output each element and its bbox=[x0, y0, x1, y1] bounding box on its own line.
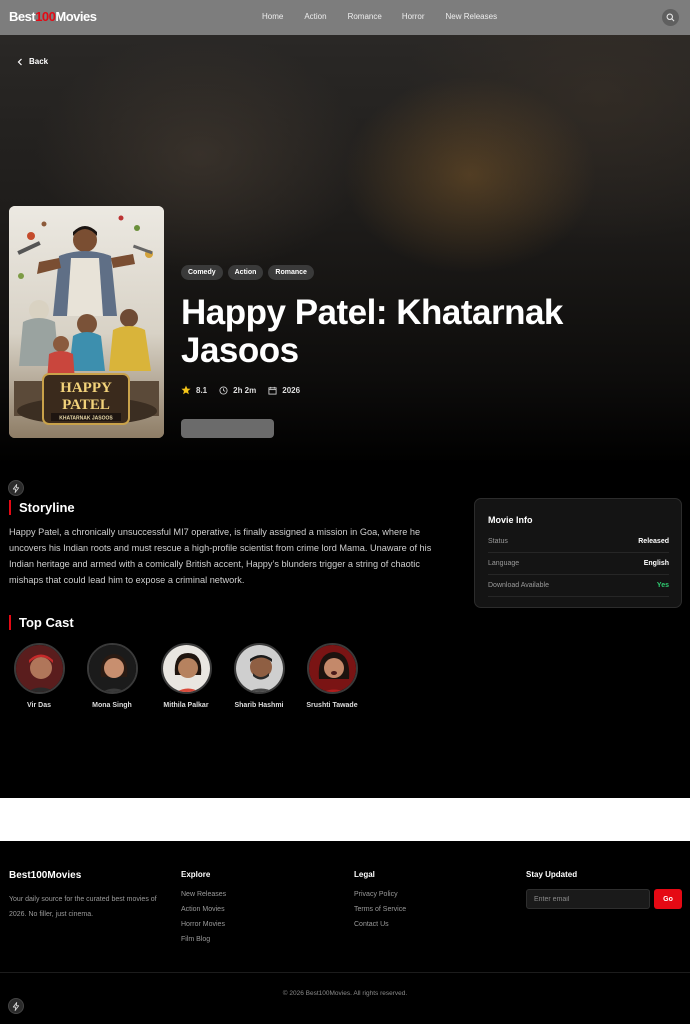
movie-meta: 8.1 2h 2m 2026 bbox=[181, 385, 312, 395]
cast-member[interactable]: Vir Das bbox=[4, 643, 74, 709]
genre-tags: Comedy Action Romance bbox=[181, 265, 314, 280]
top-cast-heading: Top Cast bbox=[9, 615, 74, 630]
movie-title: Happy Patel: Khatarnak Jasoos bbox=[181, 293, 563, 370]
lightning-icon bbox=[12, 1001, 20, 1011]
storyline-text: Happy Patel, a chronically unsuccessful … bbox=[9, 527, 432, 585]
year-value: 2026 bbox=[282, 385, 301, 395]
clock-icon bbox=[219, 385, 228, 395]
rating-value: 8.1 bbox=[196, 385, 208, 395]
heading-accent-bar bbox=[9, 615, 11, 630]
calendar-icon bbox=[268, 386, 277, 395]
footer-newsletter-title: Stay Updated bbox=[526, 870, 578, 879]
site-header: Best100Movies Home Action Romance Horror… bbox=[0, 0, 690, 35]
cast-name: Sharib Hashmi bbox=[234, 702, 284, 709]
logo-text-accent: 100 bbox=[35, 9, 56, 24]
footer-link-terms-of-service[interactable]: Terms of Service bbox=[354, 906, 406, 913]
footer-link-film-blog[interactable]: Film Blog bbox=[181, 936, 210, 943]
rating: 8.1 bbox=[181, 385, 207, 395]
info-value: English bbox=[643, 560, 669, 567]
search-icon bbox=[666, 13, 675, 22]
cast-member[interactable]: Mona Singh bbox=[77, 643, 147, 709]
quick-action-button[interactable] bbox=[8, 998, 24, 1014]
movie-poster: HAPPY PATEL KHATARNAK JASOOS bbox=[9, 206, 164, 438]
footer-tagline: Your daily source for the curated best m… bbox=[9, 896, 157, 918]
poster-artwork: HAPPY PATEL KHATARNAK JASOOS bbox=[9, 206, 164, 438]
heading-accent-bar bbox=[9, 500, 11, 515]
lightning-icon bbox=[12, 483, 20, 493]
duration-value: 2h 2m bbox=[233, 385, 257, 395]
cast-member[interactable]: Mithila Palkar bbox=[151, 643, 221, 709]
cast-avatar bbox=[160, 643, 212, 694]
movie-info-heading: Movie Info bbox=[488, 515, 533, 525]
info-label: Status bbox=[488, 538, 508, 545]
info-label: Download Available bbox=[488, 582, 549, 589]
cast-name: Mona Singh bbox=[92, 702, 132, 709]
cast-avatar bbox=[306, 643, 358, 694]
cast-avatar bbox=[233, 643, 285, 694]
info-row-language: Language English bbox=[488, 553, 669, 575]
back-label: Back bbox=[29, 57, 49, 66]
duration: 2h 2m bbox=[219, 386, 256, 395]
genre-tag[interactable]: Comedy bbox=[181, 265, 223, 280]
footer-brand: Best100Movies bbox=[9, 870, 82, 881]
info-row-status: Status Released bbox=[488, 531, 669, 553]
top-cast-heading-text: Top Cast bbox=[19, 615, 74, 630]
footer-link-action-movies[interactable]: Action Movies bbox=[181, 906, 225, 913]
copyright-text: © 2026 Best100Movies. All rights reserve… bbox=[282, 990, 408, 997]
cast-avatar bbox=[86, 643, 138, 694]
cast-member[interactable]: Srushti Tawade bbox=[297, 643, 367, 709]
nav-link-horror[interactable]: Horror bbox=[402, 12, 425, 21]
footer-divider bbox=[0, 972, 690, 973]
nav-link-home[interactable]: Home bbox=[262, 12, 283, 21]
footer-explore-title: Explore bbox=[181, 870, 211, 879]
info-label: Language bbox=[488, 560, 520, 567]
nav-link-action[interactable]: Action bbox=[304, 12, 326, 21]
quick-action-button[interactable] bbox=[8, 480, 24, 496]
footer-link-privacy-policy[interactable]: Privacy Policy bbox=[354, 891, 398, 898]
cast-avatar bbox=[13, 643, 65, 694]
logo-text-suffix: Movies bbox=[55, 9, 97, 24]
ad-placeholder-band bbox=[0, 798, 690, 841]
cast-name: Mithila Palkar bbox=[163, 702, 209, 709]
search-button[interactable] bbox=[662, 9, 679, 26]
footer-link-contact-us[interactable]: Contact Us bbox=[354, 921, 389, 928]
back-button[interactable]: Back bbox=[17, 57, 48, 66]
storyline-heading-text: Storyline bbox=[19, 500, 75, 515]
newsletter-submit-button[interactable]: Go bbox=[654, 889, 682, 909]
cast-name: Srushti Tawade bbox=[306, 702, 358, 709]
storyline-heading: Storyline bbox=[9, 500, 75, 515]
poster-subtitle: KHATARNAK JASOOS bbox=[59, 416, 113, 422]
action-button-placeholder[interactable] bbox=[181, 419, 274, 438]
cast-name: Vir Das bbox=[27, 702, 51, 709]
release-year: 2026 bbox=[268, 386, 300, 395]
footer-link-new-releases[interactable]: New Releases bbox=[181, 891, 226, 898]
genre-tag[interactable]: Action bbox=[227, 265, 264, 280]
info-value: Released bbox=[638, 538, 669, 545]
info-row-download: Download Available Yes bbox=[488, 575, 669, 597]
poster-title-line2: PATEL bbox=[62, 397, 110, 413]
genre-tag[interactable]: Romance bbox=[268, 265, 314, 280]
chevron-left-icon bbox=[17, 58, 22, 65]
poster-title-line1: HAPPY bbox=[60, 380, 112, 396]
nav-link-romance[interactable]: Romance bbox=[348, 12, 382, 21]
nav-link-new-releases[interactable]: New Releases bbox=[446, 12, 498, 21]
site-footer: Best100Movies Your daily source for the … bbox=[0, 841, 690, 1024]
movie-info-card: Movie Info Status Released Language Engl… bbox=[474, 498, 682, 608]
footer-legal-title: Legal bbox=[354, 870, 375, 879]
main-nav: Home Action Romance Horror New Releases bbox=[262, 12, 497, 21]
cast-member[interactable]: Sharib Hashmi bbox=[224, 643, 294, 709]
site-logo[interactable]: Best100Movies bbox=[9, 9, 97, 24]
logo-text-prefix: Best bbox=[9, 9, 36, 24]
newsletter-email-input[interactable] bbox=[526, 889, 650, 909]
footer-link-horror-movies[interactable]: Horror Movies bbox=[181, 921, 225, 928]
download-available-value: Yes bbox=[656, 582, 669, 589]
star-icon bbox=[181, 385, 191, 395]
